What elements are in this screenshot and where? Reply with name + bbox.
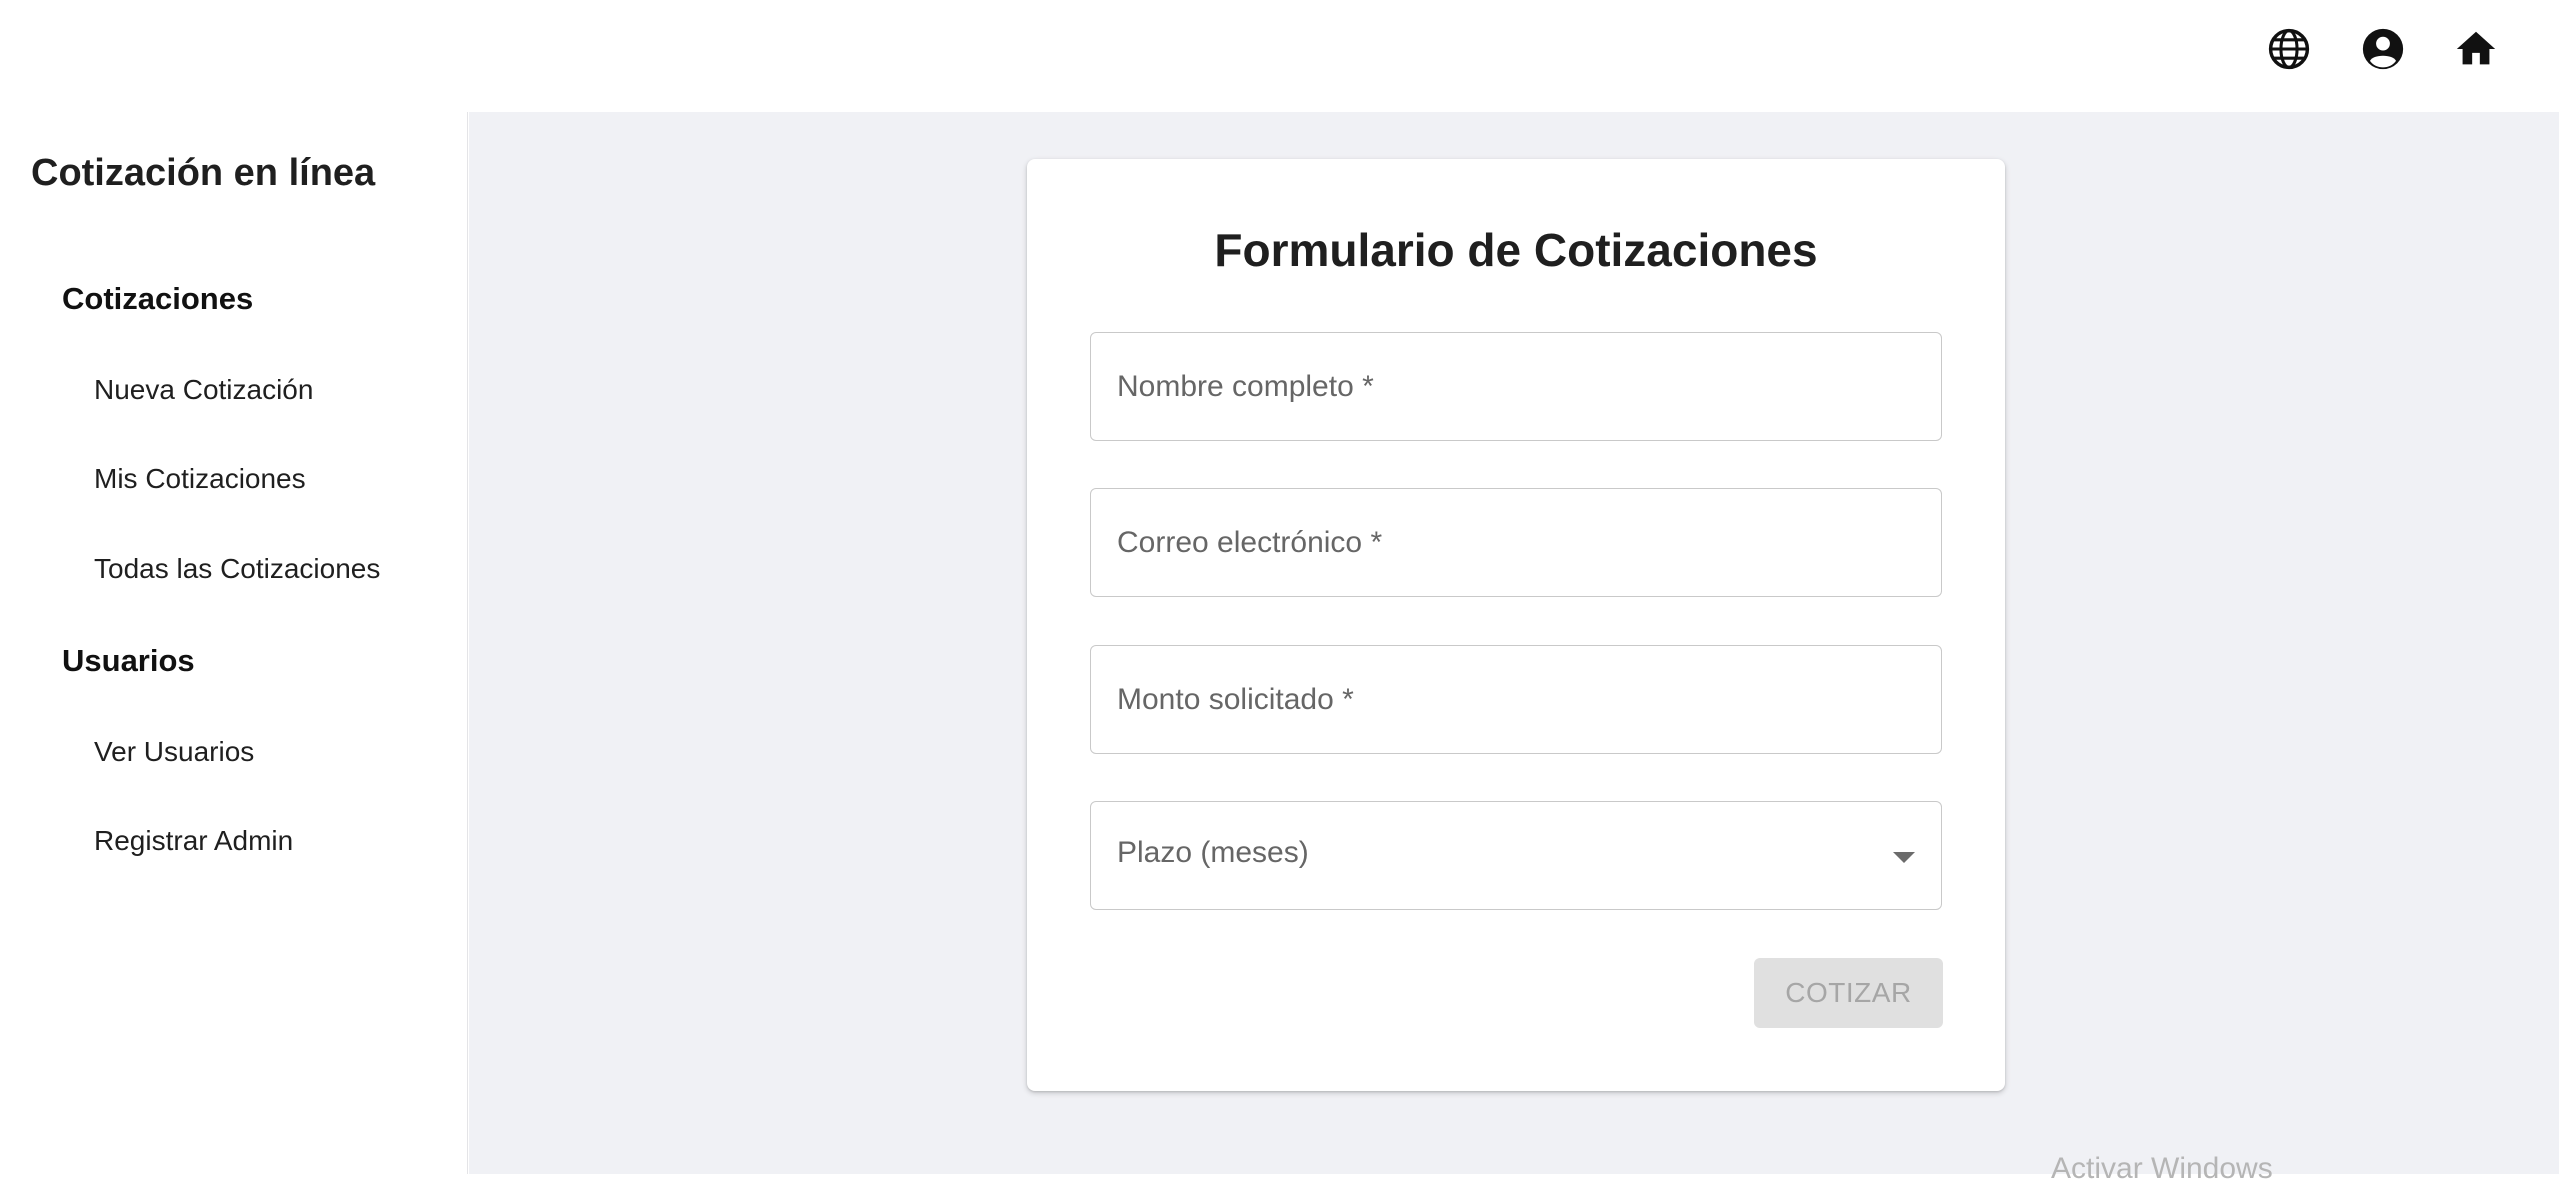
term-select-label: Plazo (meses) xyxy=(1117,836,1309,869)
email-input[interactable] xyxy=(1091,489,1941,596)
sidebar-item-ver-usuarios[interactable]: Ver Usuarios xyxy=(94,736,254,768)
amount-input[interactable] xyxy=(1091,646,1941,753)
full-name-input[interactable] xyxy=(1091,333,1941,440)
sidebar-item-nueva-cotizacion[interactable]: Nueva Cotización xyxy=(94,374,313,406)
sidebar-item-registrar-admin[interactable]: Registrar Admin xyxy=(94,825,293,857)
sidebar-item-mis-cotizaciones[interactable]: Mis Cotizaciones xyxy=(94,463,306,495)
home-icon[interactable] xyxy=(2453,26,2499,72)
form-title: Formulario de Cotizaciones xyxy=(1214,224,1818,276)
sidebar-title: Cotización en línea xyxy=(31,152,376,194)
sidebar-item-todas-las-cotizaciones[interactable]: Todas las Cotizaciones xyxy=(94,553,380,585)
account-circle-icon-graphic xyxy=(2362,28,2404,70)
term-select[interactable]: Plazo (meses) xyxy=(1090,801,1942,910)
quote-form-card: Formulario de Cotizaciones Plazo (meses)… xyxy=(1027,159,2005,1091)
top-app-bar xyxy=(0,0,2559,112)
section-title-usuarios: Usuarios xyxy=(62,643,195,678)
sidebar: Cotización en línea Cotizaciones Nueva C… xyxy=(0,112,468,1174)
home-icon-graphic xyxy=(2456,31,2496,65)
amount-field[interactable] xyxy=(1090,645,1942,754)
globe-icon-graphic xyxy=(2268,28,2310,70)
full-name-field[interactable] xyxy=(1090,332,1942,441)
dropdown-arrow-icon xyxy=(1893,852,1915,863)
section-title-cotizaciones: Cotizaciones xyxy=(62,281,254,316)
cotizar-button[interactable]: COTIZAR xyxy=(1754,958,1943,1028)
globe-icon[interactable] xyxy=(2266,26,2312,72)
account-circle-icon[interactable] xyxy=(2360,26,2406,72)
activate-windows-watermark: Activar Windows xyxy=(2051,1152,2273,1185)
email-field[interactable] xyxy=(1090,488,1942,597)
